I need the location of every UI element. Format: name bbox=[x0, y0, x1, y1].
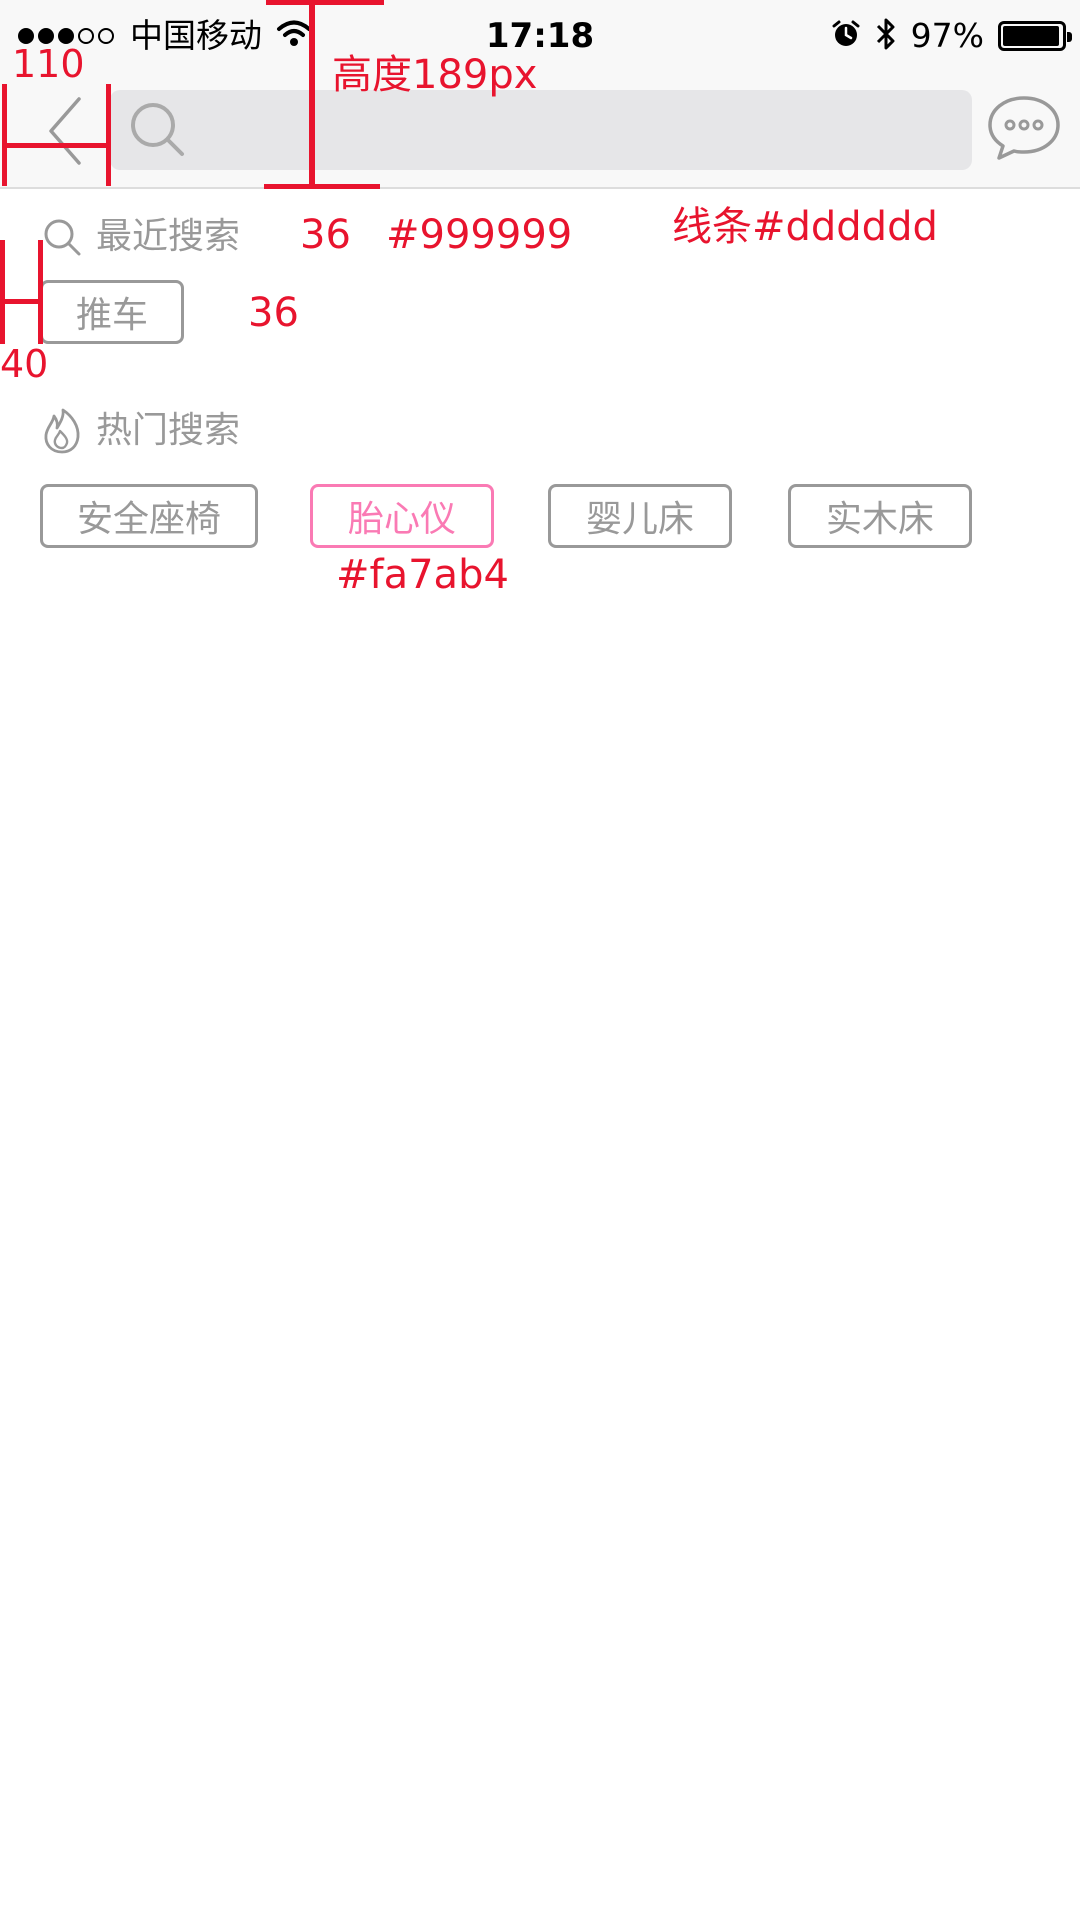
search-header bbox=[0, 76, 1080, 189]
annotation-mark bbox=[106, 84, 111, 186]
alarm-icon bbox=[831, 19, 861, 53]
recent-search-title: 最近搜索 bbox=[96, 216, 241, 257]
message-button[interactable] bbox=[984, 88, 1064, 168]
annotation-font-size-tag: 36 bbox=[248, 290, 299, 336]
battery-fill bbox=[1003, 26, 1060, 46]
annotation-mark bbox=[2, 84, 7, 186]
status-bar: 中国移动 17:18 97% bbox=[0, 0, 1080, 76]
bluetooth-icon bbox=[875, 16, 897, 56]
flame-icon bbox=[40, 408, 84, 454]
annotation-left-margin: 40 bbox=[0, 342, 49, 386]
hot-tag-active[interactable]: 胎心仪 bbox=[310, 484, 494, 548]
annotation-mark bbox=[266, 0, 384, 5]
annotation-font-size-title: 36 bbox=[300, 212, 351, 258]
annotation-mark bbox=[2, 143, 111, 148]
battery-percent: 97% bbox=[910, 16, 984, 55]
hot-tag[interactable]: 安全座椅 bbox=[40, 484, 258, 548]
search-bar[interactable] bbox=[110, 90, 972, 170]
annotation-mark bbox=[38, 240, 43, 344]
battery-icon bbox=[998, 21, 1072, 51]
annotation-mark bbox=[0, 299, 43, 304]
hot-search-title: 热门搜索 bbox=[96, 410, 241, 451]
back-arrow-icon bbox=[49, 97, 81, 165]
hot-search-tags: 安全座椅 胎心仪 婴儿床 实木床 bbox=[40, 484, 972, 548]
hot-search-header: 热门搜索 bbox=[40, 406, 240, 456]
hot-tag[interactable]: 婴儿床 bbox=[548, 484, 732, 548]
recent-search-tags: 推车 bbox=[40, 280, 184, 344]
annotation-mark bbox=[264, 184, 380, 189]
recent-search-header: 最近搜索 bbox=[40, 212, 240, 262]
annotation-mark bbox=[0, 240, 5, 344]
annotation-mark bbox=[309, 0, 315, 189]
recent-tag[interactable]: 推车 bbox=[40, 280, 184, 344]
annotation-active-color: #fa7ab4 bbox=[336, 552, 509, 598]
annotation-header-height: 高度189px bbox=[332, 52, 538, 98]
hot-tag[interactable]: 实木床 bbox=[788, 484, 972, 548]
annotation-back-width: 110 bbox=[12, 42, 85, 86]
annotation-line-color: 线条#dddddd bbox=[672, 204, 938, 250]
back-button[interactable] bbox=[20, 86, 110, 176]
search-icon bbox=[40, 215, 84, 259]
status-right: 97% bbox=[831, 14, 1072, 58]
annotation-text-color: #999999 bbox=[386, 212, 573, 258]
search-icon bbox=[126, 98, 190, 162]
message-bubble-icon bbox=[988, 96, 1060, 160]
